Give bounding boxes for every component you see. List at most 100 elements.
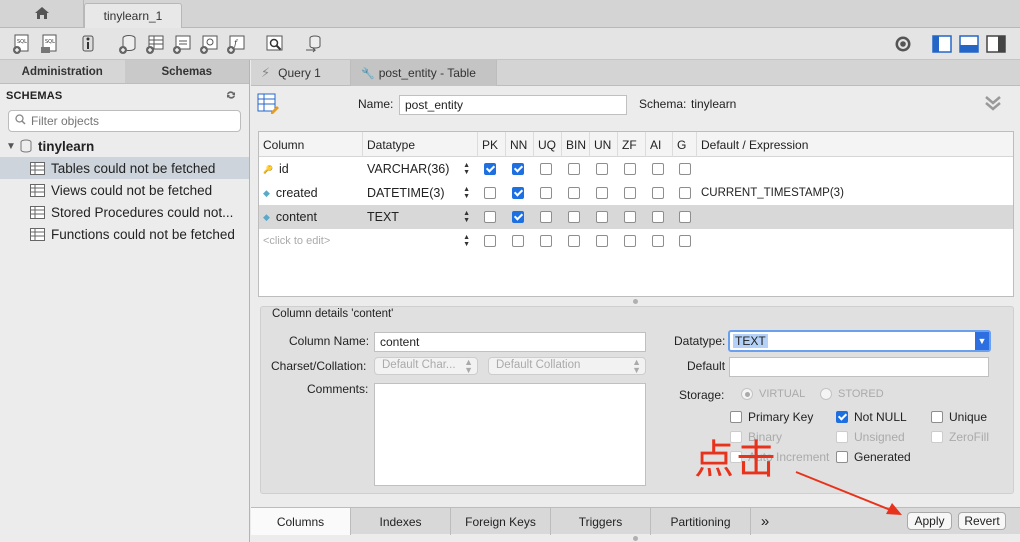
ai-checkbox[interactable] — [652, 211, 664, 223]
splitter-handle[interactable] — [633, 299, 638, 304]
zerofill-checkbox[interactable] — [931, 431, 943, 443]
storage-virtual-radio[interactable] — [741, 388, 753, 400]
default-expression-cell[interactable] — [697, 205, 1007, 229]
tab-foreign-keys[interactable]: Foreign Keys — [451, 508, 551, 535]
default-expression-cell[interactable]: CURRENT_TIMESTAMP(3) — [697, 181, 1007, 205]
nn-checkbox[interactable] — [512, 187, 524, 199]
uq-checkbox[interactable] — [540, 187, 552, 199]
un-checkbox[interactable] — [596, 163, 608, 175]
search-table-data-icon[interactable] — [263, 32, 287, 56]
storage-stored-option[interactable]: STORED — [820, 388, 884, 400]
nn-checkbox[interactable] — [512, 235, 524, 247]
toggle-secondary-sidebar-icon[interactable] — [984, 32, 1008, 56]
bin-checkbox[interactable] — [568, 211, 580, 223]
column-name-input[interactable]: content — [374, 332, 646, 352]
unique-checkbox[interactable] — [931, 411, 943, 423]
zf-checkbox[interactable] — [624, 211, 636, 223]
pk-checkbox[interactable] — [484, 163, 496, 175]
column-name-cell[interactable]: ◆ created — [259, 181, 363, 205]
zf-checkbox[interactable] — [624, 187, 636, 199]
datatype-combobox[interactable]: TEXT ▼ — [728, 330, 991, 352]
tab-partitioning[interactable]: Partitioning — [651, 508, 751, 535]
col-header-ai[interactable]: AI — [646, 132, 673, 157]
un-checkbox[interactable] — [596, 235, 608, 247]
generated-checkbox[interactable] — [836, 451, 848, 463]
apply-button[interactable]: Apply — [907, 512, 952, 530]
un-checkbox[interactable] — [596, 187, 608, 199]
tab-post-entity-table[interactable]: 🔧 post_entity - Table — [351, 60, 497, 86]
col-header-pk[interactable]: PK — [478, 132, 506, 157]
preferences-gear-icon[interactable] — [891, 32, 915, 56]
default-expression-cell[interactable] — [697, 157, 1007, 181]
zerofill-option[interactable]: ZeroFill — [931, 430, 989, 444]
default-expression-cell[interactable] — [697, 229, 1007, 253]
column-name-cell[interactable]: 🔑 id — [259, 157, 363, 181]
col-header-un[interactable]: UN — [590, 132, 618, 157]
column-row[interactable]: 🔑 id VARCHAR(36) ▲ ▼ — [259, 157, 1013, 181]
create-table-icon[interactable] — [143, 32, 167, 56]
ai-checkbox[interactable] — [652, 187, 664, 199]
filter-objects-input[interactable] — [31, 114, 231, 128]
datatype-cell[interactable]: TEXT ▲ ▼ — [363, 205, 478, 229]
col-header-g[interactable]: G — [673, 132, 697, 157]
create-schema-icon[interactable] — [116, 32, 140, 56]
datatype-stepper-icon[interactable]: ▲ ▼ — [463, 210, 470, 224]
default-input[interactable] — [729, 357, 989, 377]
uq-checkbox[interactable] — [540, 235, 552, 247]
open-sql-script-icon[interactable]: SQL — [38, 32, 62, 56]
col-header-column[interactable]: Column — [259, 132, 363, 157]
datatype-cell[interactable]: ▲ ▼ — [363, 229, 478, 253]
col-header-uq[interactable]: UQ — [534, 132, 562, 157]
datatype-stepper-icon[interactable]: ▲ ▼ — [463, 162, 470, 176]
tab-columns[interactable]: Columns — [251, 508, 351, 535]
datatype-stepper-icon[interactable]: ▲ ▼ — [463, 234, 470, 248]
ai-checkbox[interactable] — [652, 163, 664, 175]
col-header-default[interactable]: Default / Expression — [697, 132, 1007, 157]
primary-key-checkbox[interactable] — [730, 411, 742, 423]
unique-option[interactable]: Unique — [931, 410, 987, 424]
tab-query-1[interactable]: ⚡ Query 1 — [251, 60, 351, 86]
col-header-datatype[interactable]: Datatype — [363, 132, 478, 157]
bin-checkbox[interactable] — [568, 187, 580, 199]
create-function-icon[interactable]: f — [224, 32, 248, 56]
not-null-checkbox[interactable] — [836, 411, 848, 423]
col-header-nn[interactable]: NN — [506, 132, 534, 157]
storage-stored-radio[interactable] — [820, 388, 832, 400]
create-view-icon[interactable] — [170, 32, 194, 56]
uq-checkbox[interactable] — [540, 163, 552, 175]
unsigned-checkbox[interactable] — [836, 431, 848, 443]
not-null-option[interactable]: Not NULL — [836, 410, 907, 424]
tree-item-functions[interactable]: Functions could not be fetched — [0, 223, 249, 245]
nn-checkbox[interactable] — [512, 211, 524, 223]
uq-checkbox[interactable] — [540, 211, 552, 223]
toggle-sidebar-icon[interactable] — [930, 32, 954, 56]
charset-select[interactable]: Default Char... ▲ ▼ — [374, 357, 478, 375]
bottom-splitter-handle[interactable] — [633, 536, 638, 541]
nn-checkbox[interactable] — [512, 163, 524, 175]
bin-checkbox[interactable] — [568, 235, 580, 247]
new-column-row[interactable]: <click to edit> ▲ ▼ — [259, 229, 1013, 253]
tab-schemas[interactable]: Schemas — [124, 60, 249, 83]
generated-option[interactable]: Generated — [836, 450, 911, 464]
tab-triggers[interactable]: Triggers — [551, 508, 651, 535]
datatype-cell[interactable]: VARCHAR(36) ▲ ▼ — [363, 157, 478, 181]
table-name-input[interactable]: post_entity — [399, 95, 627, 115]
zf-checkbox[interactable] — [624, 235, 636, 247]
primary-key-option[interactable]: Primary Key — [730, 410, 813, 424]
zf-checkbox[interactable] — [624, 163, 636, 175]
column-name-cell[interactable]: ◆ content — [259, 205, 363, 229]
column-name-cell[interactable]: <click to edit> — [259, 229, 363, 253]
datatype-stepper-icon[interactable]: ▲ ▼ — [463, 186, 470, 200]
storage-virtual-option[interactable]: VIRTUAL — [741, 388, 805, 400]
reconnect-icon[interactable] — [302, 32, 326, 56]
column-row[interactable]: ◆ created DATETIME(3) ▲ ▼ CURRENT_TIMESTAMP(3… — [259, 181, 1013, 205]
pk-checkbox[interactable] — [484, 235, 496, 247]
inspector-icon[interactable] — [76, 32, 100, 56]
col-header-zf[interactable]: ZF — [618, 132, 646, 157]
datatype-cell[interactable]: DATETIME(3) ▲ ▼ — [363, 181, 478, 205]
bin-checkbox[interactable] — [568, 163, 580, 175]
tab-administration[interactable]: Administration — [0, 60, 125, 83]
connection-tab[interactable]: tinylearn_1 — [84, 3, 182, 28]
filter-objects-field[interactable] — [8, 110, 241, 132]
disclosure-triangle-icon[interactable]: ▼ — [6, 141, 20, 152]
